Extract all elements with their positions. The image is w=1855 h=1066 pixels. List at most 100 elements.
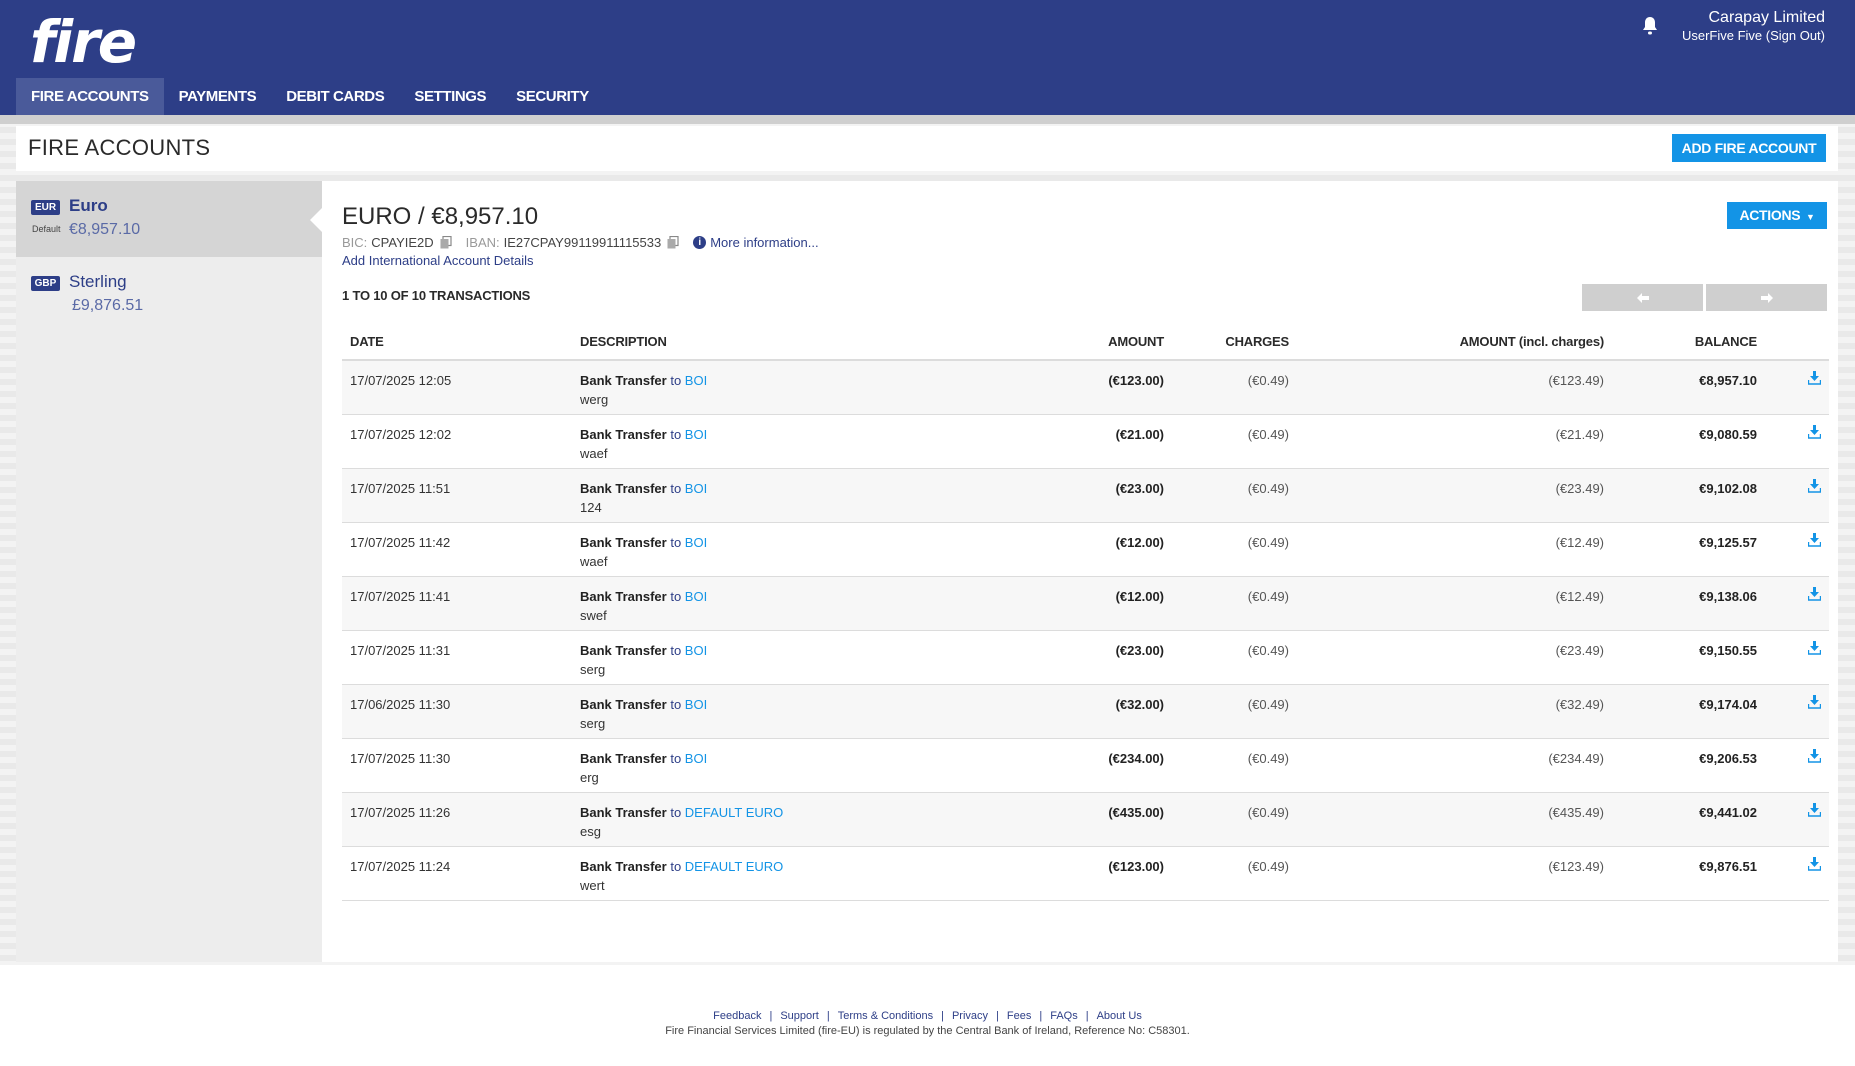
transaction-amount-incl: (€435.49) xyxy=(1548,804,1604,820)
next-page-button[interactable] xyxy=(1706,284,1827,311)
footer-link[interactable]: Support xyxy=(780,1010,819,1022)
column-header-description[interactable]: DESCRIPTION xyxy=(572,324,962,361)
fire-logo[interactable]: fire xyxy=(30,8,137,76)
table-row[interactable]: 17/07/2025 12:02 Bank Transfer to BOI waef… xyxy=(342,414,1829,469)
footer-link[interactable]: FAQs xyxy=(1050,1010,1078,1022)
cell-amount: (€123.00) xyxy=(962,360,1172,415)
transaction-date: 17/07/2025 11:31 xyxy=(350,642,451,658)
download-icon[interactable] xyxy=(1807,532,1822,547)
download-icon[interactable] xyxy=(1807,640,1822,655)
column-header-amount[interactable]: AMOUNT xyxy=(962,324,1172,361)
nav-payments[interactable]: PAYMENTS xyxy=(164,78,272,115)
cell-charges: (€0.49) xyxy=(1172,630,1297,685)
transaction-date: 17/07/2025 11:51 xyxy=(350,480,451,496)
cell-amount: (€234.00) xyxy=(962,738,1172,793)
transaction-amount: (€23.00) xyxy=(1115,642,1164,658)
cell-balance: €9,138.06 xyxy=(1612,576,1765,631)
cell-balance: €8,957.10 xyxy=(1612,360,1765,415)
transaction-target-link[interactable]: BOI xyxy=(685,697,707,712)
transaction-target-link[interactable]: BOI xyxy=(685,643,707,658)
transaction-amount: (€234.00) xyxy=(1108,750,1164,766)
add-fire-account-button[interactable]: ADD FIRE ACCOUNT xyxy=(1672,134,1826,162)
cell-amount-incl: (€123.49) xyxy=(1297,360,1612,415)
cell-balance: €9,206.53 xyxy=(1612,738,1765,793)
transaction-target-link[interactable]: BOI xyxy=(685,481,707,496)
account-item-sterling[interactable]: GBP Sterling £9,876.51 xyxy=(16,257,322,333)
transaction-amount-incl: (€12.49) xyxy=(1555,588,1604,604)
table-row[interactable]: 17/07/2025 11:41 Bank Transfer to BOI swef… xyxy=(342,576,1829,631)
download-icon[interactable] xyxy=(1807,478,1822,493)
currency-badge: GBP xyxy=(31,276,60,291)
table-row[interactable]: 17/07/2025 11:30 Bank Transfer to BOI erg (… xyxy=(342,738,1829,793)
table-row[interactable]: 17/07/2025 11:51 Bank Transfer to BOI 124 (… xyxy=(342,468,1829,523)
nav-security[interactable]: SECURITY xyxy=(501,78,604,115)
download-icon[interactable] xyxy=(1807,748,1822,763)
column-header-date[interactable]: DATE xyxy=(342,324,572,361)
transaction-target-link[interactable]: BOI xyxy=(685,373,707,388)
download-icon[interactable] xyxy=(1807,694,1822,709)
transaction-amount: (€12.00) xyxy=(1115,588,1164,604)
actions-dropdown-button[interactable]: ACTIONS ▼ xyxy=(1727,202,1827,229)
account-item-euro[interactable]: EUR Euro Default €8,957.10 xyxy=(16,181,322,257)
cell-description: Bank Transfer to BOI swef xyxy=(572,576,962,631)
footer-link[interactable]: Feedback xyxy=(713,1010,761,1022)
transaction-target-link[interactable]: DEFAULT EURO xyxy=(685,859,783,874)
table-row[interactable]: 17/07/2025 12:05 Bank Transfer to BOI werg… xyxy=(342,360,1829,415)
footer-link[interactable]: Terms & Conditions xyxy=(838,1010,933,1022)
add-international-details-link[interactable]: Add International Account Details xyxy=(342,253,534,268)
transaction-target-link[interactable]: BOI xyxy=(685,751,707,766)
table-row[interactable]: 17/07/2025 11:31 Bank Transfer to BOI serg… xyxy=(342,630,1829,685)
copy-iban-icon[interactable] xyxy=(667,236,679,249)
cell-amount: (€12.00) xyxy=(962,576,1172,631)
transaction-target-link[interactable]: BOI xyxy=(685,427,707,442)
cell-charges: (€0.49) xyxy=(1172,360,1297,415)
cell-date: 17/07/2025 12:05 xyxy=(342,360,572,415)
transaction-balance: €9,876.51 xyxy=(1699,858,1757,874)
cell-description: Bank Transfer to DEFAULT EURO esg xyxy=(572,792,962,847)
column-header-charges[interactable]: CHARGES xyxy=(1172,324,1297,361)
table-row[interactable]: 17/07/2025 11:42 Bank Transfer to BOI waef… xyxy=(342,522,1829,577)
transaction-target-link[interactable]: BOI xyxy=(685,589,707,604)
transaction-target-link[interactable]: BOI xyxy=(685,535,707,550)
bic-label: BIC: xyxy=(342,235,368,250)
copy-bic-icon[interactable] xyxy=(440,236,452,249)
transaction-type: Bank Transfer xyxy=(580,804,667,820)
nav-settings[interactable]: SETTINGS xyxy=(399,78,501,115)
footer-link[interactable]: About Us xyxy=(1097,1010,1142,1022)
transaction-target-link[interactable]: DEFAULT EURO xyxy=(685,805,783,820)
transaction-type: Bank Transfer xyxy=(580,534,667,550)
company-name: Carapay Limited xyxy=(1708,9,1826,26)
previous-page-button[interactable] xyxy=(1582,284,1703,311)
cell-balance: €9,125.57 xyxy=(1612,522,1765,577)
notification-bell-icon[interactable] xyxy=(1641,16,1659,36)
footer-link[interactable]: Privacy xyxy=(952,1010,988,1022)
transaction-reference: wert xyxy=(580,877,605,893)
download-icon[interactable] xyxy=(1807,424,1822,439)
transaction-balance: €9,174.04 xyxy=(1699,696,1757,712)
cell-amount-incl: (€23.49) xyxy=(1297,468,1612,523)
cell-balance: €9,102.08 xyxy=(1612,468,1765,523)
column-header-amount-incl[interactable]: AMOUNT (incl. charges) xyxy=(1297,324,1612,361)
cell-date: 17/07/2025 11:41 xyxy=(342,576,572,631)
transaction-date: 17/07/2025 11:42 xyxy=(350,534,451,550)
cell-charges: (€0.49) xyxy=(1172,738,1297,793)
iban-value: IE27CPAY99119911115533 xyxy=(503,235,662,250)
nav-fire-accounts[interactable]: FIRE ACCOUNTS xyxy=(16,78,164,115)
user-sign-out-link[interactable]: UserFive Five (Sign Out) xyxy=(1682,28,1825,44)
download-icon[interactable] xyxy=(1807,371,1822,385)
transaction-to: to xyxy=(670,696,682,712)
download-icon[interactable] xyxy=(1807,856,1822,871)
footer-link[interactable]: Fees xyxy=(1007,1010,1031,1022)
table-row[interactable]: 17/07/2025 11:24 Bank Transfer to DEFAULT… xyxy=(342,846,1829,901)
cell-amount-incl: (€32.49) xyxy=(1297,684,1612,739)
table-row[interactable]: 17/06/2025 11:30 Bank Transfer to BOI serg… xyxy=(342,684,1829,739)
transaction-reference: 124 xyxy=(580,499,602,515)
more-information-link[interactable]: More information... xyxy=(710,235,818,250)
column-header-balance[interactable]: BALANCE xyxy=(1612,324,1765,361)
download-icon[interactable] xyxy=(1807,586,1822,601)
cell-date: 17/07/2025 11:42 xyxy=(342,522,572,577)
cell-balance: €9,441.02 xyxy=(1612,792,1765,847)
download-icon[interactable] xyxy=(1807,802,1822,817)
table-row[interactable]: 17/07/2025 11:26 Bank Transfer to DEFAULT… xyxy=(342,792,1829,847)
nav-debit-cards[interactable]: DEBIT CARDS xyxy=(271,78,399,115)
